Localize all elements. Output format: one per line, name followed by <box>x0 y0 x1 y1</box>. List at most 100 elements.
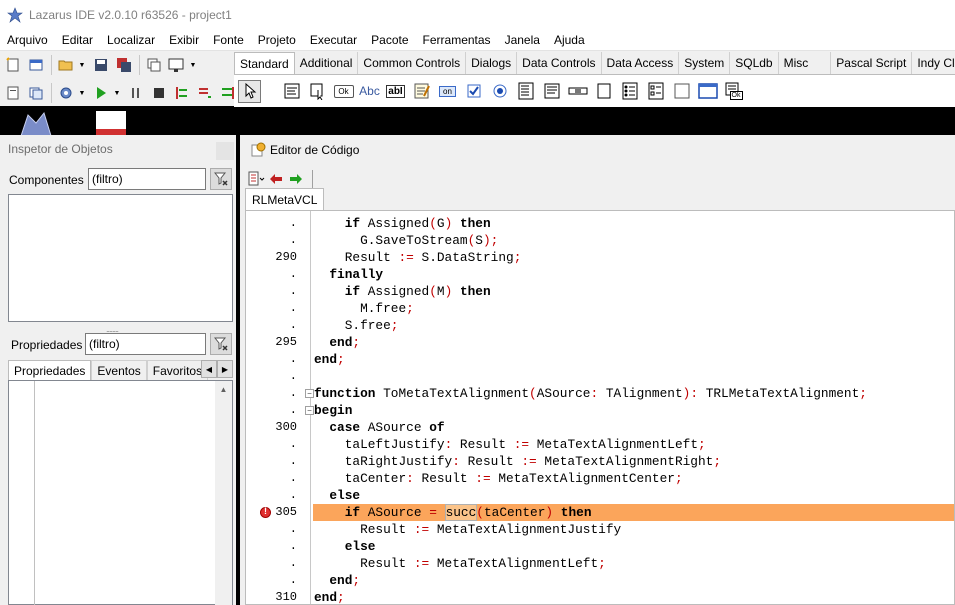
fold-toggle-icon[interactable]: − <box>305 406 314 415</box>
fold-toggle-icon[interactable]: − <box>305 389 314 398</box>
tbutton-icon[interactable]: Ok <box>332 80 355 103</box>
code-line-error-highlight[interactable]: 305 if ASource = succ(taCenter) then <box>246 504 954 521</box>
properties-filter-input[interactable]: (filtro) <box>85 333 206 355</box>
menu-localizar[interactable]: Localizar <box>100 33 162 47</box>
jump-forward-icon[interactable] <box>286 169 306 189</box>
open-icon[interactable] <box>55 54 77 76</box>
components-tree[interactable] <box>8 194 233 322</box>
code-line[interactable]: . finally <box>246 266 954 283</box>
tab-eventos[interactable]: Eventos <box>91 360 147 380</box>
tpopupmenu-icon[interactable] <box>306 80 329 103</box>
code-line[interactable]: . else <box>246 538 954 555</box>
palette-tab-indy-clients[interactable]: Indy Clie <box>912 52 955 74</box>
tgroupbox-icon[interactable] <box>592 80 615 103</box>
code-line[interactable]: . M.free; <box>246 300 954 317</box>
menu-executar[interactable]: Executar <box>303 33 364 47</box>
tab-scroll-left-icon[interactable]: ◀ <box>201 360 217 378</box>
jump-back-icon[interactable] <box>266 169 286 189</box>
save-all-icon[interactable] <box>113 54 135 76</box>
menu-pacote[interactable]: Pacote <box>364 33 415 47</box>
code-line[interactable]: . Result := MetaTextAlignmentJustify <box>246 521 954 538</box>
code-line[interactable]: . S.free; <box>246 317 954 334</box>
code-line[interactable]: 310 end; <box>246 589 954 604</box>
build-mode-dropdown-icon[interactable]: ▼ <box>78 82 86 104</box>
palette-tab-misc[interactable]: Misc <box>778 52 832 74</box>
tpanel-icon[interactable] <box>670 80 693 103</box>
code-line[interactable]: . taCenter: Result := MetaTextAlignmentC… <box>246 470 954 487</box>
code-line[interactable]: 295 end; <box>246 334 954 351</box>
palette-tab-pascal-script[interactable]: Pascal Script <box>831 52 913 74</box>
scroll-up-icon[interactable]: ▲ <box>215 381 232 398</box>
code-line[interactable]: . end; <box>246 351 954 368</box>
build-mode-icon[interactable] <box>55 82 77 104</box>
tscrollbar-icon[interactable] <box>566 80 589 103</box>
stop-icon[interactable] <box>148 82 170 104</box>
menu-exibir[interactable]: Exibir <box>162 33 206 47</box>
ttogglebox-icon[interactable]: on <box>436 80 459 103</box>
palette-tab-dialogs[interactable]: Dialogs <box>466 52 518 74</box>
components-filter-input[interactable]: (filtro) <box>88 168 206 190</box>
run-icon[interactable] <box>90 82 112 104</box>
clear-filter-icon[interactable] <box>210 168 232 190</box>
tframe-icon[interactable] <box>696 80 719 103</box>
menu-projeto[interactable]: Projeto <box>251 33 303 47</box>
palette-tab-system[interactable]: System <box>679 52 731 74</box>
code-line[interactable]: 300 case ASource of <box>246 419 954 436</box>
pause-icon[interactable] <box>125 82 147 104</box>
menu-fonte[interactable]: Fonte <box>206 33 251 47</box>
code-line[interactable]: . taRightJustify: Result := MetaTextAlig… <box>246 453 954 470</box>
run-dropdown-icon[interactable]: ▼ <box>113 82 121 104</box>
property-grid-divider[interactable] <box>34 381 35 605</box>
view-units-icon[interactable] <box>2 82 24 104</box>
tmemo-icon[interactable] <box>410 80 433 103</box>
tcombobox-icon[interactable] <box>540 80 563 103</box>
save-icon[interactable] <box>90 54 112 76</box>
code-line[interactable]: . Result := MetaTextAlignmentLeft; <box>246 555 954 572</box>
palette-tab-data-access[interactable]: Data Access <box>601 52 680 74</box>
palette-tab-data-controls[interactable]: Data Controls <box>517 52 602 74</box>
pointer-tool-icon[interactable] <box>238 79 261 103</box>
step-over-icon[interactable] <box>194 82 216 104</box>
clear-properties-filter-icon[interactable] <box>210 333 232 355</box>
tmainmenu-icon[interactable] <box>280 80 303 103</box>
view-forms-dropdown-icon[interactable]: ▼ <box>189 54 197 76</box>
code-line[interactable]: . − begin <box>246 402 954 419</box>
menu-janela[interactable]: Janela <box>498 33 547 47</box>
toggle-view-icon[interactable] <box>25 82 47 104</box>
code-line[interactable]: 290 Result := S.DataString; <box>246 249 954 266</box>
tcheckgroup-icon[interactable] <box>644 80 667 103</box>
toggle-form-unit-icon[interactable] <box>143 54 165 76</box>
new-unit-icon[interactable] <box>2 54 24 76</box>
code-line[interactable]: . − function ToMetaTextAlignment(ASource… <box>246 385 954 402</box>
step-into-icon[interactable] <box>171 82 193 104</box>
code-line[interactable]: . end; <box>246 572 954 589</box>
tlistbox-icon[interactable] <box>514 80 537 103</box>
menu-editar[interactable]: Editar <box>55 33 100 47</box>
jump-list-icon[interactable] <box>246 169 266 189</box>
code-line[interactable]: . taLeftJustify: Result := MetaTextAlign… <box>246 436 954 453</box>
property-grid[interactable]: ▲ <box>8 380 233 605</box>
code-line[interactable]: . G.SaveToStream(S); <box>246 232 954 249</box>
code-line[interactable]: . else <box>246 487 954 504</box>
palette-tab-standard[interactable]: Standard <box>234 52 295 74</box>
new-form-icon[interactable] <box>25 54 47 76</box>
tab-propriedades[interactable]: Propriedades <box>8 360 92 380</box>
tab-scroll-right-icon[interactable]: ▶ <box>217 360 233 378</box>
code-line[interactable]: . if Assigned(G) then <box>246 215 954 232</box>
file-tab-rlmetavcl[interactable]: RLMetaVCL <box>245 188 325 210</box>
tedit-icon[interactable]: abI <box>384 80 407 103</box>
open-dropdown-icon[interactable]: ▼ <box>78 54 86 76</box>
palette-tab-common-controls[interactable]: Common Controls <box>358 52 467 74</box>
tab-favoritos[interactable]: Favoritos <box>146 360 209 380</box>
code-line[interactable]: . if Assigned(M) then <box>246 283 954 300</box>
menu-arquivo[interactable]: Arquivo <box>0 33 55 47</box>
menu-ajuda[interactable]: Ajuda <box>547 33 592 47</box>
code-area[interactable]: . if Assigned(G) then . G.SaveToStream(S… <box>245 210 955 605</box>
view-forms-icon[interactable] <box>166 54 188 76</box>
tradiobutton-icon[interactable] <box>488 80 511 103</box>
property-grid-scrollbar[interactable]: ▲ <box>215 381 232 605</box>
tlabel-icon[interactable]: Abc <box>358 80 381 103</box>
tactionlist-icon[interactable]: Ok <box>722 80 745 103</box>
code-line[interactable]: . <box>246 368 954 385</box>
menu-ferramentas[interactable]: Ferramentas <box>416 33 498 47</box>
